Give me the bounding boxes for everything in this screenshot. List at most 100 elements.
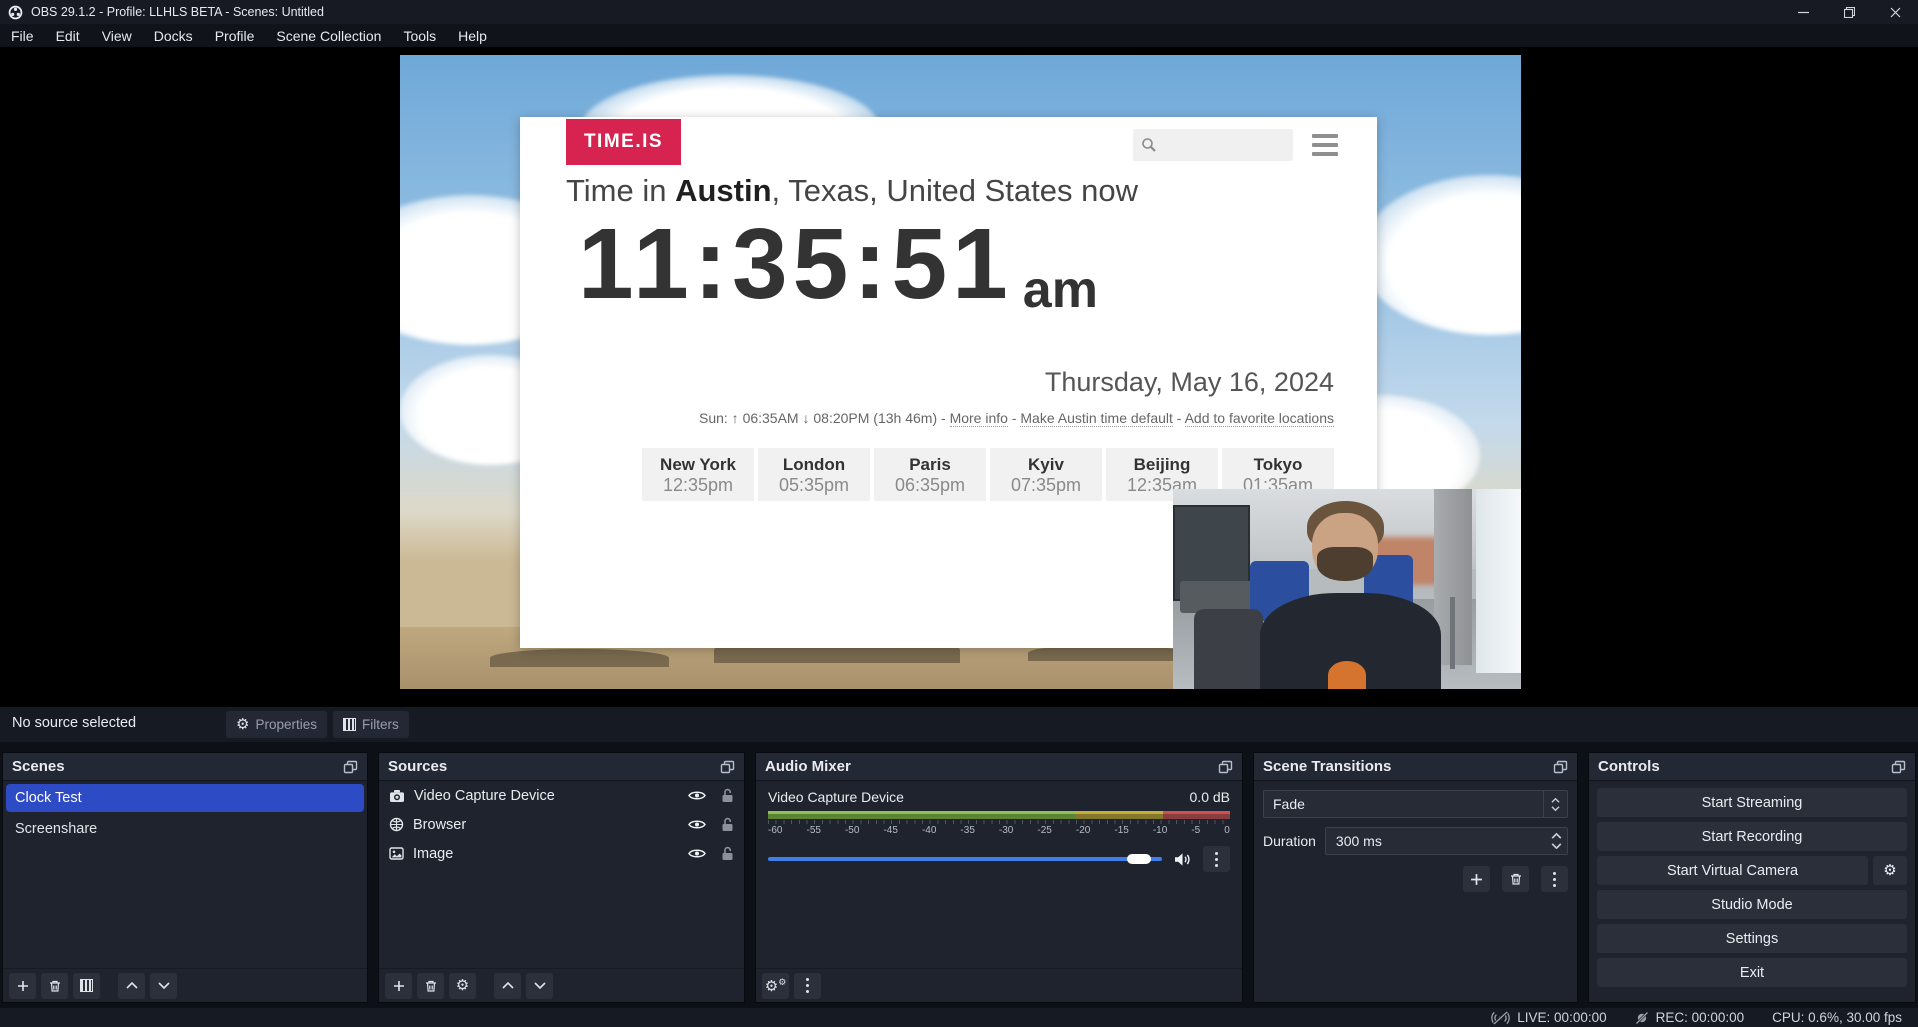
- meter-tick-marks: [768, 820, 1230, 824]
- menu-view[interactable]: View: [91, 24, 143, 47]
- popout-icon[interactable]: [1218, 760, 1233, 774]
- exit-button[interactable]: Exit: [1597, 958, 1907, 987]
- world-clock-kyiv[interactable]: Kyiv 07:35pm: [990, 448, 1102, 501]
- close-button[interactable]: [1872, 0, 1918, 24]
- meter-scale-labels: -60-55-50-45-40-35-30-25-20-15-10-50: [768, 825, 1230, 836]
- settings-button[interactable]: Settings: [1597, 924, 1907, 953]
- menu-file[interactable]: File: [0, 24, 45, 47]
- minimize-button[interactable]: [1780, 0, 1826, 24]
- add-favorite-link[interactable]: Add to favorite locations: [1185, 410, 1334, 427]
- source-item-image[interactable]: Image: [379, 839, 744, 868]
- popout-icon[interactable]: [720, 760, 735, 774]
- move-scene-down-button[interactable]: [150, 973, 177, 999]
- start-virtual-camera-button[interactable]: Start Virtual Camera: [1597, 856, 1868, 885]
- scenes-header[interactable]: Scenes: [3, 753, 367, 781]
- heading-city: Austin: [675, 173, 771, 208]
- time-meridiem: am: [1023, 270, 1098, 312]
- scene-preview[interactable]: TIME.IS Time in Austin, Texas, United St…: [400, 55, 1521, 689]
- make-default-link[interactable]: Make Austin time default: [1020, 410, 1173, 427]
- webcam-chair-decoration: [1194, 609, 1264, 689]
- sources-toolbar: ⚙: [379, 968, 744, 1002]
- live-status: LIVE: 00:00:00: [1491, 1010, 1606, 1025]
- remove-source-button[interactable]: [417, 973, 444, 999]
- title-bar: OBS 29.1.2 - Profile: LLHLS BETA - Scene…: [0, 0, 1918, 24]
- visibility-eye-icon[interactable]: [688, 790, 706, 801]
- scene-filters-button[interactable]: [73, 973, 100, 999]
- mixer-options-button[interactable]: [1203, 846, 1230, 872]
- duration-label: Duration: [1263, 833, 1316, 849]
- lock-open-icon[interactable]: [721, 846, 734, 861]
- spinbox-arrows-icon[interactable]: [1545, 833, 1567, 849]
- source-item-video-capture[interactable]: Video Capture Device: [379, 781, 744, 810]
- current-time: 11:35:51 am: [578, 217, 1098, 312]
- status-bar: LIVE: 00:00:00 REC: 00:00:00 CPU: 0.6%, …: [0, 1008, 1918, 1027]
- visibility-eye-icon[interactable]: [688, 848, 706, 859]
- menu-help[interactable]: Help: [447, 24, 498, 47]
- properties-button[interactable]: ⚙ Properties: [226, 711, 327, 738]
- scene-item-screenshare[interactable]: Screenshare: [6, 815, 364, 843]
- remove-transition-button[interactable]: [1502, 866, 1529, 892]
- lock-open-icon[interactable]: [721, 788, 734, 803]
- more-info-link[interactable]: More info: [950, 410, 1008, 427]
- webcam-overlay[interactable]: [1173, 489, 1521, 689]
- add-scene-button[interactable]: [9, 973, 36, 999]
- menu-edit[interactable]: Edit: [45, 24, 91, 47]
- start-recording-button[interactable]: Start Recording: [1597, 822, 1907, 851]
- volume-slider-handle[interactable]: [1127, 854, 1151, 864]
- visibility-eye-icon[interactable]: [688, 819, 706, 830]
- lock-open-icon[interactable]: [721, 817, 734, 832]
- menu-scene-collection[interactable]: Scene Collection: [265, 24, 392, 47]
- combo-arrows-icon[interactable]: [1543, 791, 1567, 817]
- filter-icon: [80, 979, 93, 992]
- sources-header[interactable]: Sources: [379, 753, 744, 781]
- scenes-panel: Scenes Clock Test Screenshare: [2, 752, 368, 1003]
- world-clock-newyork[interactable]: New York 12:35pm: [642, 448, 754, 501]
- start-streaming-button[interactable]: Start Streaming: [1597, 788, 1907, 817]
- duration-spinbox[interactable]: 300 ms: [1325, 827, 1568, 855]
- preview-canvas[interactable]: TIME.IS Time in Austin, Texas, United St…: [0, 47, 1918, 707]
- move-scene-up-button[interactable]: [118, 973, 145, 999]
- volume-slider[interactable]: [768, 854, 1162, 864]
- globe-icon: [389, 817, 404, 832]
- timeis-search-box[interactable]: [1133, 129, 1293, 161]
- add-transition-button[interactable]: [1463, 866, 1490, 892]
- timeis-logo[interactable]: TIME.IS: [566, 119, 681, 165]
- world-clock-london[interactable]: London 05:35pm: [758, 448, 870, 501]
- cloud-decoration: [1360, 175, 1521, 335]
- menu-docks[interactable]: Docks: [143, 24, 204, 47]
- audio-mixer-panel: Audio Mixer Video Capture Device 0.0 dB …: [755, 752, 1243, 1003]
- source-properties-button[interactable]: ⚙: [449, 973, 476, 999]
- scene-item-clock-test[interactable]: Clock Test: [6, 784, 364, 812]
- scenes-list: Clock Test Screenshare: [3, 781, 367, 968]
- source-item-browser[interactable]: Browser: [379, 810, 744, 839]
- remove-scene-button[interactable]: [41, 973, 68, 999]
- transition-select[interactable]: Fade: [1263, 790, 1568, 818]
- audio-mixer-toolbar: ⚙⚙: [756, 968, 1242, 1002]
- menu-profile[interactable]: Profile: [204, 24, 266, 47]
- menu-tools[interactable]: Tools: [392, 24, 447, 47]
- transition-properties-button[interactable]: [1541, 866, 1568, 892]
- popout-icon[interactable]: [343, 760, 358, 774]
- search-input[interactable]: [1157, 137, 1277, 153]
- audio-mixer-header[interactable]: Audio Mixer: [756, 753, 1242, 781]
- sources-panel: Sources Video Capture Device: [378, 752, 745, 1003]
- move-source-up-button[interactable]: [494, 973, 521, 999]
- move-source-down-button[interactable]: [526, 973, 553, 999]
- maximize-button[interactable]: [1826, 0, 1872, 24]
- mixer-menu-button[interactable]: [794, 973, 821, 999]
- studio-mode-button[interactable]: Studio Mode: [1597, 890, 1907, 919]
- advanced-audio-button[interactable]: ⚙⚙: [762, 973, 789, 999]
- popout-icon[interactable]: [1553, 760, 1568, 774]
- speaker-icon[interactable]: [1174, 852, 1191, 867]
- add-source-button[interactable]: [385, 973, 412, 999]
- filters-button[interactable]: Filters: [333, 711, 409, 738]
- controls-header[interactable]: Controls: [1589, 753, 1915, 781]
- window-title: OBS 29.1.2 - Profile: LLHLS BETA - Scene…: [31, 5, 324, 19]
- popout-icon[interactable]: [1891, 760, 1906, 774]
- world-clock-paris[interactable]: Paris 06:35pm: [874, 448, 986, 501]
- rec-status: REC: 00:00:00: [1635, 1010, 1745, 1025]
- menu-bar: File Edit View Docks Profile Scene Colle…: [0, 24, 1918, 47]
- virtual-camera-config-button[interactable]: ⚙: [1873, 856, 1907, 885]
- scene-transitions-header[interactable]: Scene Transitions: [1254, 753, 1577, 781]
- hamburger-menu-icon[interactable]: [1312, 134, 1338, 156]
